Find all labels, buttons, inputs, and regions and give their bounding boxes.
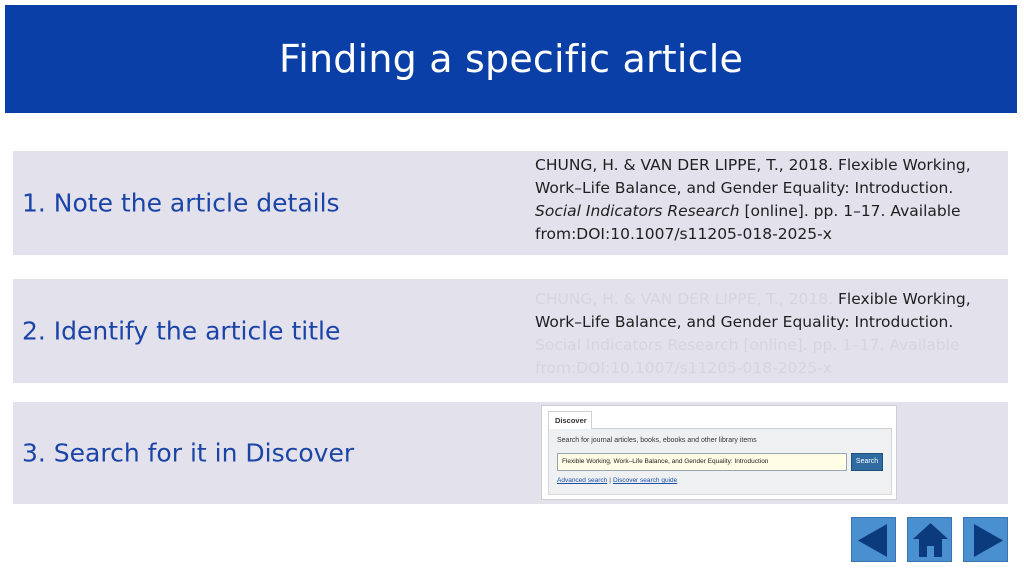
step-row-2: 2. Identify the article title CHUNG, H. … (13, 279, 1008, 383)
reference-line-3-rest: [online]. pp. 1–17. Available (739, 202, 961, 220)
faded-prefix: CHUNG, H. & VAN DER LIPPE, T., 2018. (535, 290, 838, 308)
discover-search-button[interactable]: Search (851, 453, 883, 471)
reference-line-1: CHUNG, H. & VAN DER LIPPE, T., 2018. Fle… (535, 156, 971, 174)
discover-links: Advanced search | Discover search guide (557, 477, 677, 484)
previous-button[interactable] (851, 517, 896, 562)
search-guide-link[interactable]: Discover search guide (613, 477, 677, 484)
step-row-3: 3. Search for it in Discover Discover Se… (13, 402, 1008, 504)
triangle-left-icon (858, 524, 887, 557)
article-title-part-1: Flexible Working, (837, 290, 971, 308)
discover-tab[interactable]: Discover (548, 411, 592, 430)
reference-line-4: from:DOI:10.1007/s11205-018-2025-x (535, 225, 832, 243)
faded-line-1: CHUNG, H. & VAN DER LIPPE, T., 2018. Fle… (535, 288, 1005, 311)
article-title-part-2: Work–Life Balance, and Gender Equality: … (535, 313, 954, 331)
next-button[interactable] (963, 517, 1008, 562)
page-title: Finding a specific article (278, 37, 744, 81)
step-label-1: 1. Note the article details (22, 188, 340, 218)
home-button[interactable] (907, 517, 952, 562)
faded-line-3: Social Indicators Research [online]. pp.… (535, 336, 960, 354)
step-label-3: 3. Search for it in Discover (22, 438, 355, 468)
house-icon (913, 523, 948, 557)
reference-citation: CHUNG, H. & VAN DER LIPPE, T., 2018. Fle… (535, 154, 1005, 246)
discover-panel: Search for journal articles, books, eboo… (548, 429, 892, 495)
reference-line-3: Social Indicators Research [online]. pp.… (535, 200, 1005, 223)
step-label-2: 2. Identify the article title (22, 316, 341, 346)
journal-name: Social Indicators Research (535, 202, 740, 220)
step-row-1: 1. Note the article details CHUNG, H. & … (13, 151, 1008, 255)
advanced-search-link[interactable]: Advanced search (557, 477, 607, 484)
reference-line-2: Work–Life Balance, and Gender Equality: … (535, 179, 954, 197)
title-banner: Finding a specific article (5, 5, 1017, 113)
faded-line-4: from:DOI:10.1007/s11205-018-2025-x (535, 359, 832, 377)
discover-search-input[interactable]: Flexible Working, Work–Life Balance, and… (557, 453, 847, 471)
discover-prompt: Search for journal articles, books, eboo… (557, 437, 757, 444)
discover-screenshot: Discover Search for journal articles, bo… (541, 405, 897, 500)
discover-tabbar: Discover (548, 411, 892, 430)
highlighted-title-citation: CHUNG, H. & VAN DER LIPPE, T., 2018. Fle… (535, 288, 1005, 380)
triangle-right-icon (974, 524, 1003, 557)
